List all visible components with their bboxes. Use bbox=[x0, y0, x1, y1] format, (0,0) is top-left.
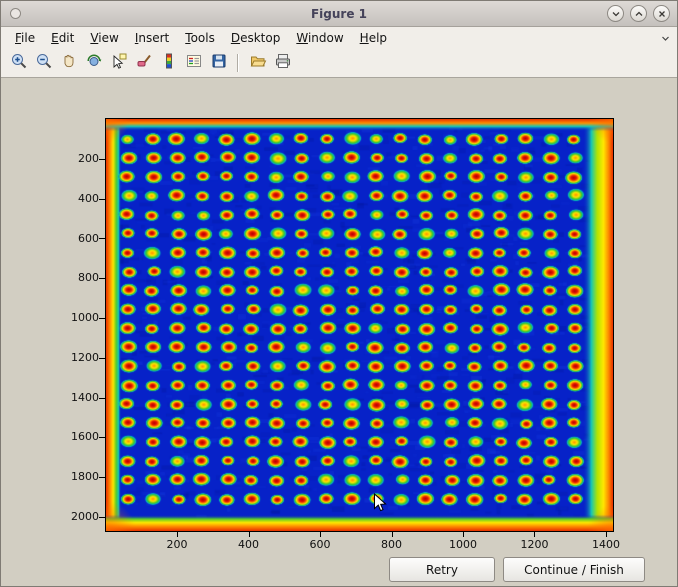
legend-icon bbox=[185, 52, 203, 74]
figure-image-canvas[interactable] bbox=[106, 119, 613, 531]
brush-button[interactable] bbox=[132, 52, 155, 75]
menu-window[interactable]: Window bbox=[288, 28, 351, 48]
toolbar-separator bbox=[237, 54, 239, 72]
chevron-down-icon bbox=[611, 4, 621, 23]
menu-view[interactable]: View bbox=[82, 28, 126, 48]
figure-window: Figure 1 File Edit View Insert Tools Des… bbox=[0, 0, 678, 587]
data-cursor-icon bbox=[110, 52, 128, 74]
maximize-button[interactable] bbox=[630, 5, 647, 22]
y-tick-label: 200 bbox=[78, 151, 99, 167]
figure-content: 200 400 600 800 1000 1200 1400 1600 1800 2000 200… bbox=[1, 78, 677, 587]
hand-icon bbox=[60, 52, 78, 74]
y-tick-mark bbox=[99, 159, 105, 160]
y-tick-label: 800 bbox=[78, 270, 99, 286]
x-tick-label: 800 bbox=[374, 538, 410, 551]
plot-axes bbox=[105, 118, 614, 532]
y-tick-mark bbox=[99, 199, 105, 200]
x-tick-label: 1000 bbox=[445, 538, 481, 551]
x-tick-label: 1200 bbox=[517, 538, 553, 551]
rotate-3d-button[interactable] bbox=[82, 52, 105, 75]
zoom-in-icon bbox=[10, 52, 28, 74]
save-figure-button[interactable] bbox=[207, 52, 230, 75]
y-tick-mark bbox=[99, 398, 105, 399]
rotate-3d-icon bbox=[85, 52, 103, 74]
retry-button[interactable]: Retry bbox=[389, 557, 495, 582]
menu-tools[interactable]: Tools bbox=[177, 28, 223, 48]
menu-insert[interactable]: Insert bbox=[127, 28, 177, 48]
y-tick-mark bbox=[99, 477, 105, 478]
x-tick-label: 200 bbox=[159, 538, 195, 551]
y-tick-mark bbox=[99, 318, 105, 319]
y-tick-label: 2000 bbox=[71, 509, 99, 525]
zoom-in-button[interactable] bbox=[7, 52, 30, 75]
y-tick-label: 1800 bbox=[71, 469, 99, 485]
brush-icon bbox=[135, 52, 153, 74]
y-tick-mark bbox=[99, 278, 105, 279]
y-tick-label: 1200 bbox=[71, 350, 99, 366]
continue-finish-button[interactable]: Continue / Finish bbox=[503, 557, 645, 582]
zoom-out-button[interactable] bbox=[32, 52, 55, 75]
window-menu-button[interactable] bbox=[10, 8, 21, 19]
data-cursor-button[interactable] bbox=[107, 52, 130, 75]
zoom-out-icon bbox=[35, 52, 53, 74]
x-tick-mark bbox=[534, 532, 535, 537]
y-tick-label: 1600 bbox=[71, 429, 99, 445]
x-tick-mark bbox=[320, 532, 321, 537]
save-icon bbox=[210, 52, 228, 74]
y-tick-label: 400 bbox=[78, 191, 99, 207]
menubar: File Edit View Insert Tools Desktop Wind… bbox=[1, 27, 677, 49]
x-tick-mark bbox=[177, 532, 178, 537]
insert-legend-button[interactable] bbox=[182, 52, 205, 75]
x-tick-label: 600 bbox=[302, 538, 338, 551]
figure-toolbar bbox=[1, 49, 677, 78]
x-tick-mark bbox=[392, 532, 393, 537]
chevron-up-icon bbox=[634, 4, 644, 23]
printer-icon bbox=[274, 52, 292, 74]
y-tick-label: 1400 bbox=[71, 390, 99, 406]
menu-help[interactable]: Help bbox=[352, 28, 395, 48]
menu-edit[interactable]: Edit bbox=[43, 28, 82, 48]
close-button[interactable] bbox=[653, 5, 670, 22]
y-tick-label: 1000 bbox=[71, 310, 99, 326]
x-tick-label: 400 bbox=[231, 538, 267, 551]
insert-colorbar-button[interactable] bbox=[157, 52, 180, 75]
open-folder-icon bbox=[249, 52, 267, 74]
print-figure-button[interactable] bbox=[271, 52, 294, 75]
mouse-cursor-icon bbox=[373, 493, 389, 518]
y-tick-label: 600 bbox=[78, 231, 99, 247]
y-tick-labels: 200 400 600 800 1000 1200 1400 1600 1800 2000 bbox=[57, 151, 99, 525]
x-tick-label: 1400 bbox=[588, 538, 624, 551]
y-tick-mark bbox=[99, 437, 105, 438]
x-tick-mark bbox=[606, 532, 607, 537]
colorbar-icon bbox=[160, 52, 178, 74]
x-tick-mark bbox=[463, 532, 464, 537]
pan-button[interactable] bbox=[57, 52, 80, 75]
x-tick-labels: 200 400 600 800 1000 1200 1400 bbox=[159, 538, 624, 551]
y-tick-mark bbox=[99, 517, 105, 518]
menu-desktop[interactable]: Desktop bbox=[223, 28, 289, 48]
titlebar[interactable]: Figure 1 bbox=[1, 1, 677, 27]
minimize-button[interactable] bbox=[607, 5, 624, 22]
menu-file[interactable]: File bbox=[7, 28, 43, 48]
window-controls bbox=[607, 5, 677, 22]
close-icon bbox=[657, 4, 667, 23]
y-tick-mark bbox=[99, 358, 105, 359]
menu-overflow-icon[interactable] bbox=[661, 32, 670, 46]
open-file-button[interactable] bbox=[246, 52, 269, 75]
x-tick-mark bbox=[249, 532, 250, 537]
window-title: Figure 1 bbox=[1, 7, 677, 21]
y-tick-mark bbox=[99, 238, 105, 239]
